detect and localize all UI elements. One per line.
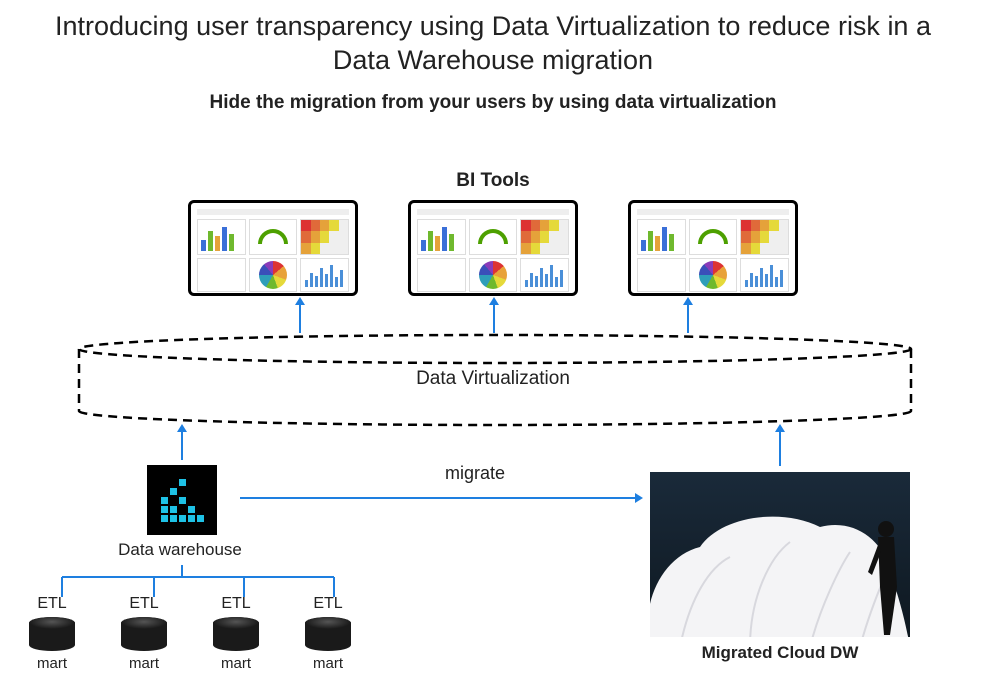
mart-column-1: ETL mart [18, 595, 86, 672]
bi-tools-row [0, 200, 986, 296]
data-warehouse-icon [147, 465, 217, 535]
arrow-clouddw-to-dv [779, 432, 781, 466]
migrated-cloud-dw-label: Migrated Cloud DW [650, 643, 910, 663]
data-virtualization-label: Data Virtualization [0, 368, 986, 390]
etl-label-2: ETL [110, 595, 178, 613]
mart-cylinder-icon-3 [213, 617, 259, 651]
mart-label-2: mart [110, 655, 178, 672]
migrated-cloud-dw-image [650, 472, 910, 637]
bi-dashboard-3 [628, 200, 798, 296]
arrow-dv-to-bi-2 [493, 305, 495, 333]
bi-dashboard-1 [188, 200, 358, 296]
page-title: Introducing user transparency using Data… [0, 0, 986, 78]
mart-column-3: ETL mart [202, 595, 270, 672]
bi-dashboard-2 [408, 200, 578, 296]
arrow-dv-to-bi-3 [687, 305, 689, 333]
arrow-dv-to-bi-1 [299, 305, 301, 333]
arrow-dw-to-dv [181, 432, 183, 460]
mart-column-2: ETL mart [110, 595, 178, 672]
etl-label-4: ETL [294, 595, 362, 613]
etl-label-1: ETL [18, 595, 86, 613]
mart-cylinder-icon-2 [121, 617, 167, 651]
mart-label-4: mart [294, 655, 362, 672]
mart-cylinder-icon-1 [29, 617, 75, 651]
mart-label-1: mart [18, 655, 86, 672]
arrow-migrate [240, 497, 635, 499]
page-subtitle: Hide the migration from your users by us… [0, 92, 986, 114]
mart-label-3: mart [202, 655, 270, 672]
mart-cylinder-icon-4 [305, 617, 351, 651]
data-warehouse-label: Data warehouse [80, 540, 280, 560]
mart-row: ETL mart ETL mart ETL mart ETL mart [18, 595, 362, 672]
bi-tools-label: BI Tools [0, 170, 986, 192]
etl-label-3: ETL [202, 595, 270, 613]
mart-column-4: ETL mart [294, 595, 362, 672]
migrate-label: migrate [400, 463, 550, 484]
